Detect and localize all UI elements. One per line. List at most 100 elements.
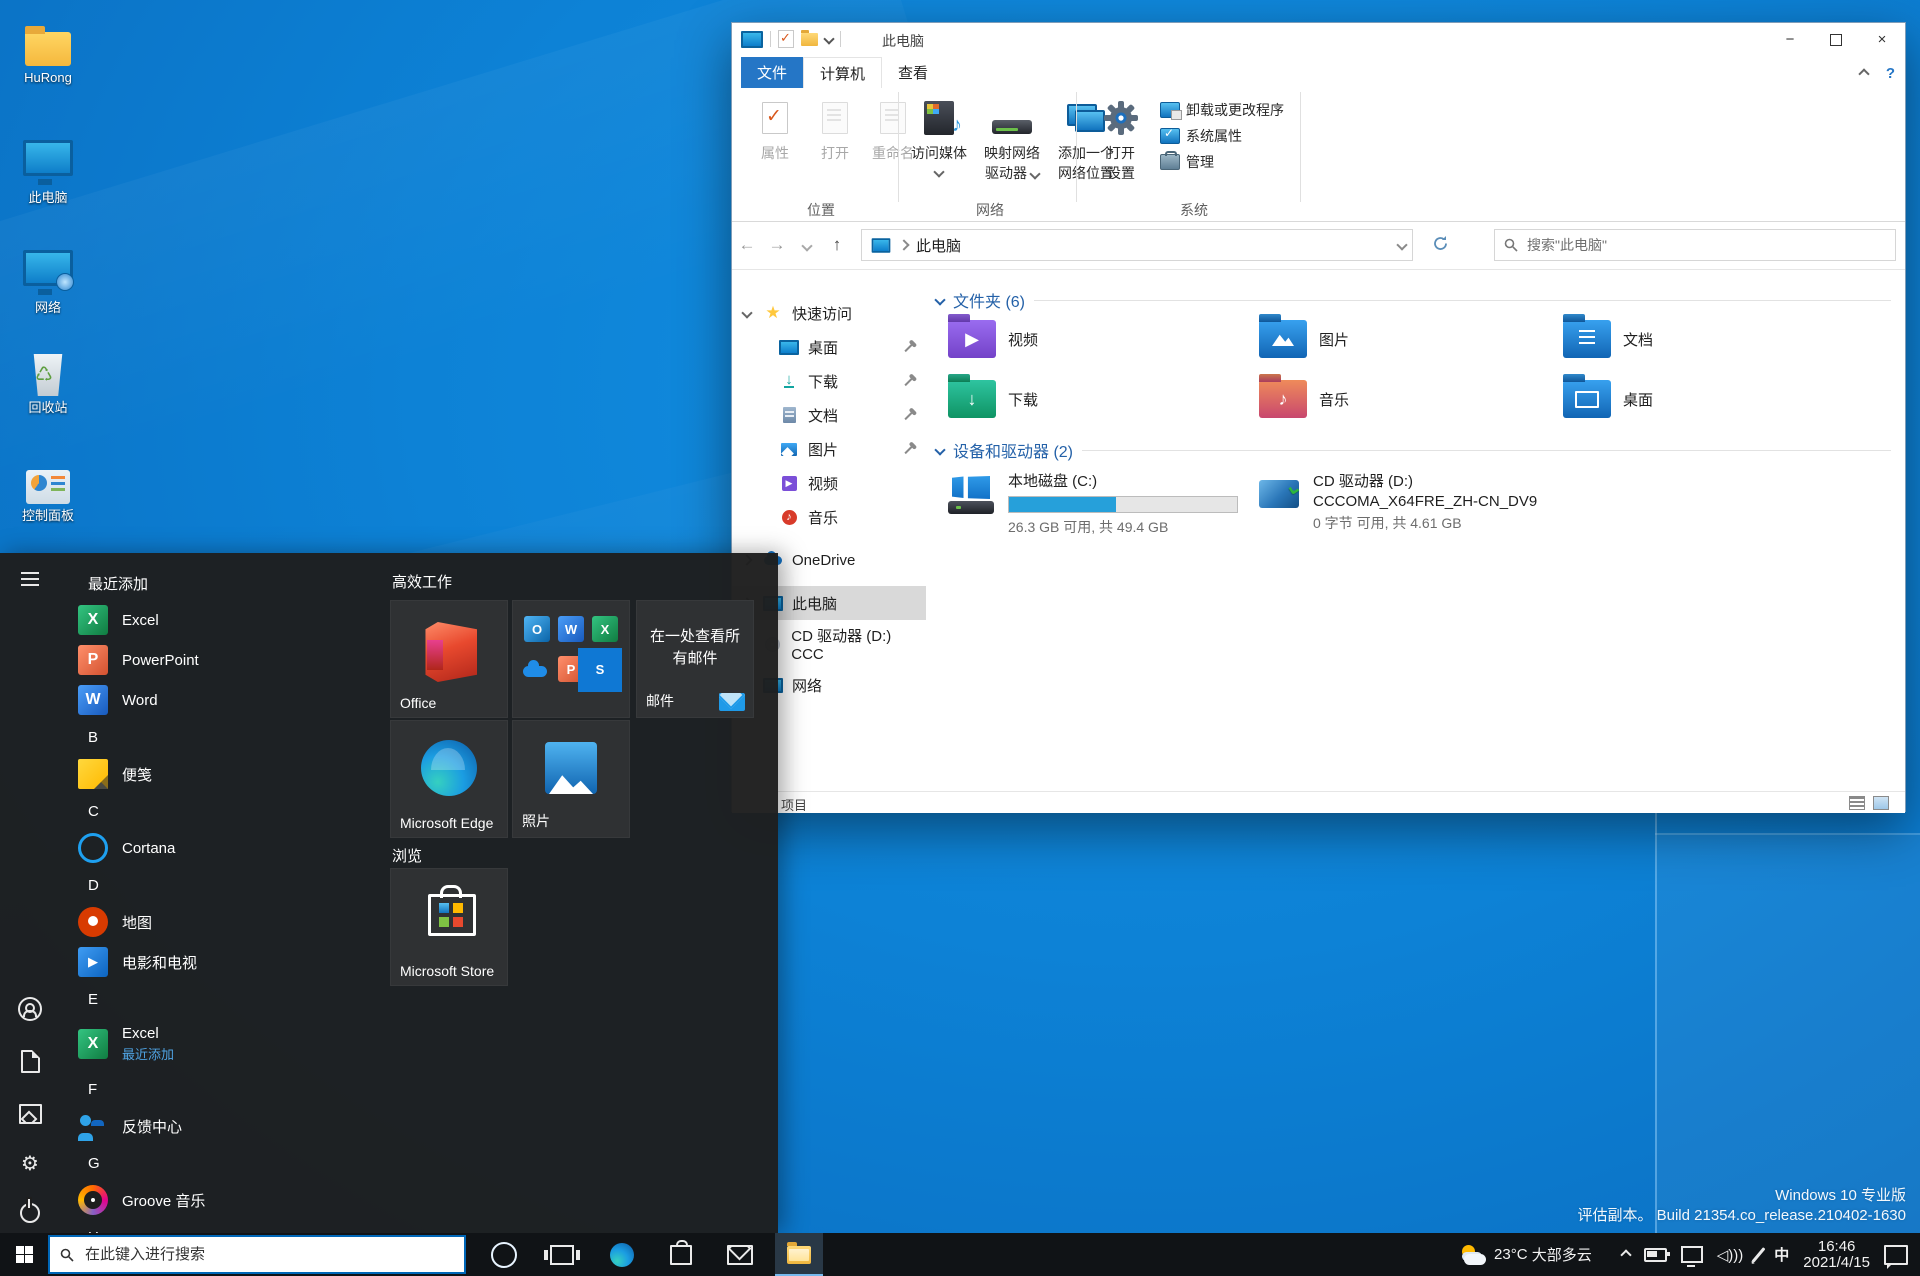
expander-chevron-icon[interactable] xyxy=(741,307,753,319)
nav-desktop[interactable]: 桌面 xyxy=(732,330,926,364)
taskbar-edge-button[interactable] xyxy=(598,1233,646,1276)
weather-widget[interactable]: 23°C 大部多云 xyxy=(1453,1233,1599,1276)
taskbar-search-box[interactable] xyxy=(48,1235,466,1274)
section-collapse-chevron-icon[interactable] xyxy=(934,294,946,306)
tile-group-title-productivity[interactable]: 高效工作 xyxy=(392,571,452,592)
address-bar[interactable]: 此电脑 xyxy=(861,229,1413,261)
app-list-header-recent[interactable]: 最近添加 xyxy=(60,566,390,600)
folder-item-videos[interactable]: ▶ 视频 xyxy=(948,320,1038,358)
taskbar-file-explorer-button[interactable] xyxy=(775,1233,823,1276)
folder-item-documents[interactable]: 文档 xyxy=(1563,320,1653,358)
drive-item-c[interactable]: 本地磁盘 (C:) 26.3 GB 可用, 共 49.4 GB xyxy=(948,470,1238,535)
folder-item-downloads[interactable]: ↓ 下载 xyxy=(948,380,1038,418)
start-app-movies-tv[interactable]: ▶ 电影和电视 xyxy=(60,942,390,982)
tile-office[interactable]: Office xyxy=(390,600,508,718)
address-dropdown-chevron-icon[interactable] xyxy=(1396,239,1408,251)
ribbon-button-uninstall[interactable]: 卸载或更改程序 xyxy=(1160,100,1284,120)
start-app-maps[interactable]: 地图 xyxy=(60,902,390,942)
tile-office-apps-grid[interactable]: O W X P S xyxy=(512,600,630,718)
tab-file[interactable]: 文件 xyxy=(741,57,804,88)
hamburger-menu-icon[interactable] xyxy=(18,567,42,591)
ribbon-button-system-properties[interactable]: 系统属性 xyxy=(1160,126,1242,146)
start-app-excel-recent[interactable]: X Excel 最近添加 xyxy=(60,1016,390,1072)
recent-locations-chevron-icon[interactable] xyxy=(792,235,822,255)
nav-documents[interactable]: 文档 xyxy=(732,398,926,432)
nav-videos[interactable]: ▶ 视频 xyxy=(732,466,926,500)
drive-item-d[interactable]: ⌄ CD 驱动器 (D:) CCCOMA_X64FRE_ZH-CN_DV9 0 … xyxy=(1259,470,1537,531)
nav-pictures[interactable]: 图片 xyxy=(732,432,926,466)
app-list-header-D[interactable]: D xyxy=(60,868,390,902)
power-icon[interactable] xyxy=(18,1199,42,1223)
tile-group-title-explore[interactable]: 浏览 xyxy=(392,845,422,866)
thumbnail-view-icon[interactable] xyxy=(1873,796,1889,810)
details-view-icon[interactable] xyxy=(1849,796,1865,810)
user-account-icon[interactable] xyxy=(18,997,42,1021)
start-app-powerpoint[interactable]: P PowerPoint xyxy=(60,640,390,680)
taskbar-search-input[interactable] xyxy=(83,1245,454,1264)
explorer-search-input[interactable] xyxy=(1525,236,1886,254)
nav-music[interactable]: ♪ 音乐 xyxy=(732,500,926,534)
app-list-header-B[interactable]: B xyxy=(60,720,390,754)
breadcrumb[interactable]: 此电脑 xyxy=(916,235,961,256)
close-button[interactable]: × xyxy=(1859,23,1905,56)
section-collapse-chevron-icon[interactable] xyxy=(934,444,946,456)
start-app-groove-music[interactable]: Groove 音乐 xyxy=(60,1180,390,1220)
back-arrow-icon[interactable]: ← xyxy=(732,235,762,255)
app-list-header-F[interactable]: F xyxy=(60,1072,390,1106)
desktop-icon-this-pc[interactable]: 此电脑 xyxy=(0,124,96,205)
start-button[interactable] xyxy=(0,1233,48,1276)
start-app-excel[interactable]: X Excel xyxy=(60,600,390,640)
nav-quick-access[interactable]: ★ 快速访问 xyxy=(732,296,926,330)
taskbar-task-view-button[interactable] xyxy=(538,1233,586,1276)
tile-microsoft-store[interactable]: Microsoft Store xyxy=(390,868,508,986)
section-devices[interactable]: 设备和驱动器 (2) xyxy=(934,438,1891,462)
desktop-icon-recycle-bin[interactable]: 回收站 xyxy=(0,344,96,415)
ime-indicator[interactable]: 中 xyxy=(1767,1233,1796,1276)
help-icon[interactable]: ? xyxy=(1886,65,1895,82)
start-app-cortana[interactable]: Cortana xyxy=(60,828,390,868)
folder-item-music[interactable]: ♪ 音乐 xyxy=(1259,380,1349,418)
ribbon-button-access-media[interactable]: 访问媒体 xyxy=(904,96,974,179)
tab-computer[interactable]: 计算机 xyxy=(803,57,883,88)
tab-view[interactable]: 查看 xyxy=(882,57,944,88)
pictures-rail-icon[interactable] xyxy=(18,1102,42,1126)
explorer-search-box[interactable] xyxy=(1494,229,1896,261)
tile-mail[interactable]: 在一处查看所有邮件 邮件 xyxy=(636,600,754,718)
app-list-header-G[interactable]: G xyxy=(60,1146,390,1180)
ribbon-button-manage[interactable]: 管理 xyxy=(1160,151,1214,172)
tile-microsoft-edge[interactable]: Microsoft Edge xyxy=(390,720,508,838)
start-app-feedback-hub[interactable]: 反馈中心 xyxy=(60,1106,390,1146)
taskbar-mail-button[interactable] xyxy=(716,1233,764,1276)
app-list-header-H[interactable]: H xyxy=(60,1220,390,1234)
up-arrow-icon[interactable]: ↑ xyxy=(822,235,852,255)
nav-downloads[interactable]: ↓ 下载 xyxy=(732,364,926,398)
title-bar[interactable]: 此电脑 − × xyxy=(732,23,1905,57)
taskbar-cortana-button[interactable] xyxy=(480,1233,528,1276)
ribbon-button-open[interactable]: 打开 xyxy=(804,96,866,163)
documents-rail-icon[interactable] xyxy=(18,1049,42,1073)
refresh-icon[interactable] xyxy=(1432,235,1449,256)
tray-volume[interactable]: ◁))) xyxy=(1710,1233,1751,1276)
ribbon-button-map-network-drive[interactable]: 映射网络 驱动器 xyxy=(976,96,1048,183)
folder-item-desktop[interactable]: 桌面 xyxy=(1563,380,1653,418)
taskbar-clock[interactable]: 16:46 2021/4/15 xyxy=(1796,1233,1877,1276)
properties-quick-icon[interactable] xyxy=(778,30,794,48)
ribbon-button-open-settings[interactable]: 打开 设置 xyxy=(1092,96,1150,183)
forward-arrow-icon[interactable]: → xyxy=(762,235,792,255)
start-app-sticky-notes[interactable]: 便笺 xyxy=(60,754,390,794)
app-list-header-C[interactable]: C xyxy=(60,794,390,828)
settings-gear-icon[interactable]: ⚙ xyxy=(18,1151,42,1175)
tray-pen[interactable] xyxy=(1750,1233,1767,1276)
tray-battery[interactable] xyxy=(1637,1233,1674,1276)
new-folder-quick-icon[interactable] xyxy=(801,29,818,46)
folder-item-pictures[interactable]: 图片 xyxy=(1259,320,1349,358)
desktop-icon-network[interactable]: 网络 xyxy=(0,234,96,315)
desktop-icon-hurong[interactable]: HuRong xyxy=(0,14,96,85)
minimize-button[interactable]: − xyxy=(1767,23,1813,56)
tile-photos[interactable]: 照片 xyxy=(512,720,630,838)
desktop-icon-control-panel[interactable]: 控制面板 xyxy=(0,452,96,523)
ribbon-group-network[interactable]: 网络 xyxy=(904,200,1076,220)
start-app-word[interactable]: W Word xyxy=(60,680,390,720)
ribbon-group-system[interactable]: 系统 xyxy=(1092,200,1296,220)
app-list-header-E[interactable]: E xyxy=(60,982,390,1016)
